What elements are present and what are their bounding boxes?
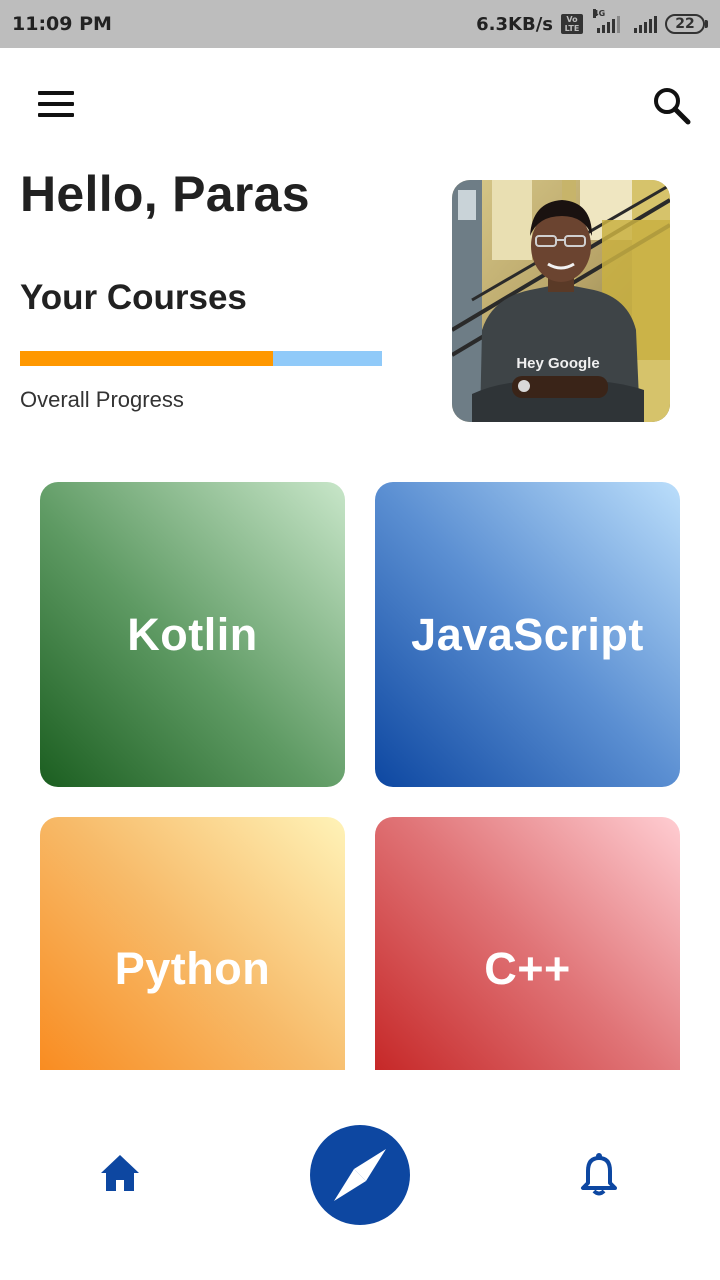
shirt-text: Hey Google <box>516 355 599 372</box>
progress-fill <box>20 351 274 366</box>
your-courses-heading: Your Courses <box>20 278 247 317</box>
course-card-javascript[interactable]: JavaScript <box>375 482 680 787</box>
status-time: 11:09 PM <box>12 13 112 35</box>
status-bar: 11:09 PM 6.3KB/s Vo LTE 4G 22 <box>0 0 720 48</box>
compass-icon[interactable] <box>310 1125 410 1225</box>
avatar[interactable]: Hey Google <box>452 180 670 422</box>
overall-progress-bar <box>20 351 382 366</box>
home-icon[interactable] <box>99 1153 141 1193</box>
volte-bottom-text: LTE <box>564 24 580 33</box>
menu-icon[interactable] <box>38 91 74 117</box>
volte-top-text: Vo <box>566 15 578 24</box>
course-label: JavaScript <box>411 608 644 660</box>
greeting-title: Hello, Paras <box>20 166 310 222</box>
volte-icon: Vo LTE <box>561 14 583 34</box>
course-card-cpp[interactable]: C++ <box>375 817 680 1070</box>
bell-icon[interactable] <box>580 1152 618 1196</box>
course-label: Python <box>114 942 271 994</box>
network-speed: 6.3KB/s <box>476 13 553 35</box>
overall-progress-label: Overall Progress <box>20 387 184 412</box>
status-icons: 6.3KB/s Vo LTE 4G 22 <box>476 9 708 35</box>
search-icon[interactable] <box>652 86 692 126</box>
course-label: Kotlin <box>127 608 258 660</box>
signal-icon <box>634 15 657 33</box>
network-type: 4G <box>593 9 606 18</box>
battery-level: 22 <box>665 14 705 34</box>
course-label: C++ <box>484 942 571 994</box>
signal-4g-icon: 4G <box>593 9 620 33</box>
course-card-python[interactable]: Python <box>40 817 345 1070</box>
course-card-kotlin[interactable]: Kotlin <box>40 482 345 787</box>
battery-icon: 22 <box>665 14 708 34</box>
